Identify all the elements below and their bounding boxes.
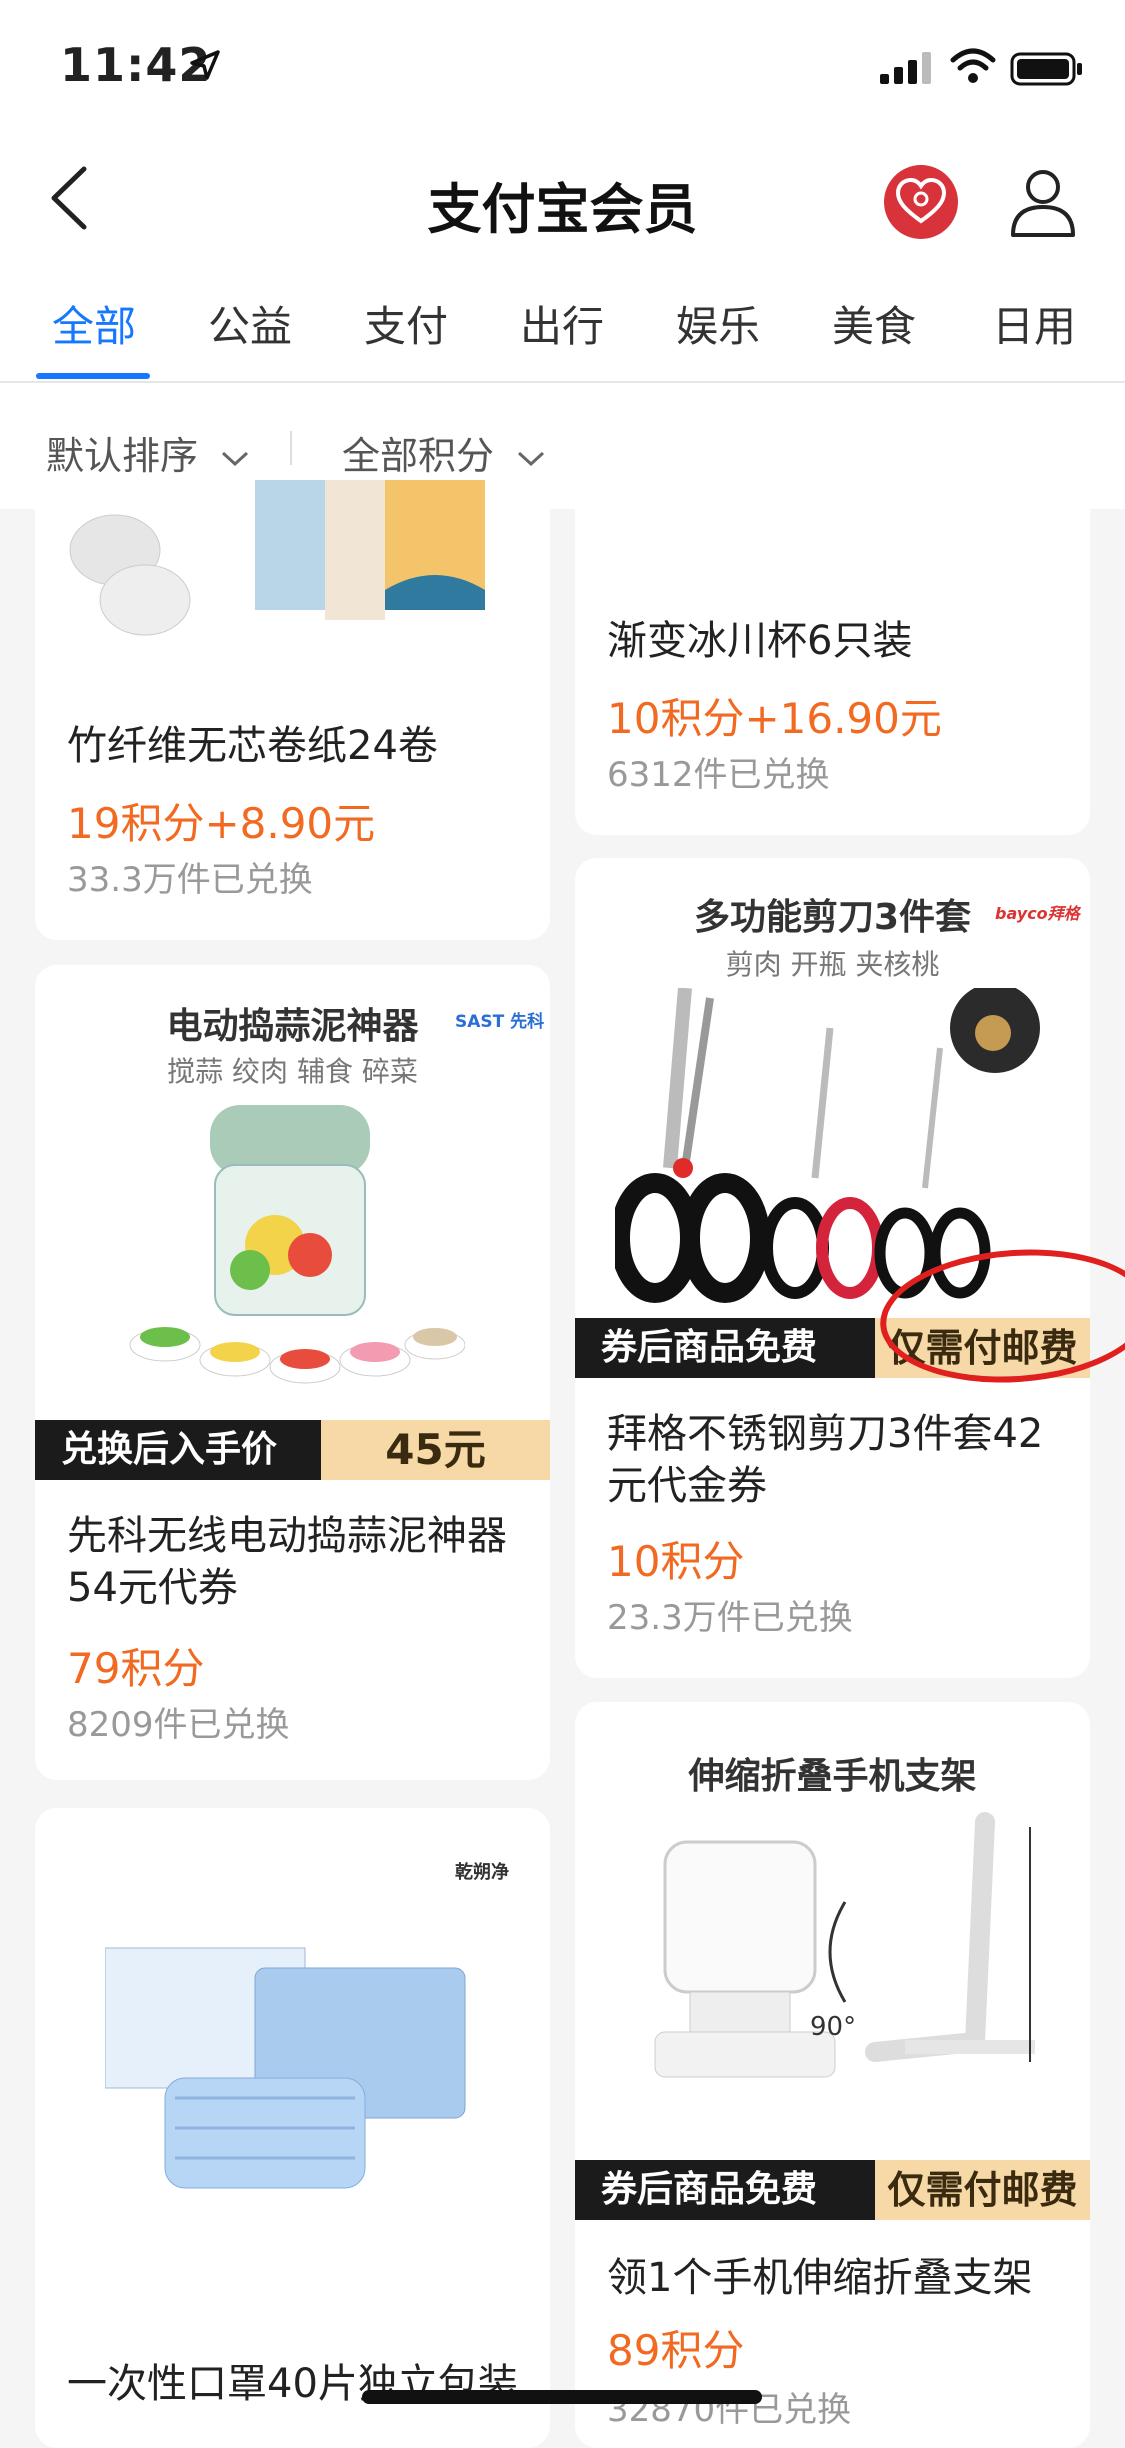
product-card[interactable]: 竹纤维无芯卷纸24卷 19积分+8.90元 33.3万件已兑换: [35, 480, 550, 940]
phone-stand-illustration: [654, 1812, 1035, 2078]
product-card[interactable]: 乾朔净 一次性口罩40片独立包装: [35, 1808, 550, 2448]
tab-entertainment[interactable]: 娱乐: [676, 293, 760, 354]
promo-banner-left: 券后商品免费: [575, 1318, 881, 1378]
chevron-down-icon: [518, 451, 545, 466]
points-label: 全部积分: [342, 434, 495, 478]
image-subtitle: 剪肉 开瓶 夹核桃: [725, 948, 940, 981]
signal-icon: [880, 52, 931, 84]
status-time: 11:42: [60, 38, 212, 92]
status-bar: 11:42: [0, 0, 1125, 135]
product-price: 89积分: [607, 2326, 745, 2375]
product-card[interactable]: 伸缩折叠手机支架 90° 券后商品免费 仅需付邮费 领1个手机伸缩折叠支架 89…: [575, 1702, 1090, 2448]
sort-label: 默认排序: [46, 434, 199, 478]
tab-daily[interactable]: 日用: [992, 293, 1076, 354]
product-price: 10积分+16.90元: [607, 694, 942, 743]
brand-logo: 乾朔净: [455, 1862, 509, 1883]
brand-logo: bayco拜格: [995, 904, 1080, 923]
category-tabs: 全部 公益 支付 出行 娱乐 美食 日用: [0, 265, 1125, 383]
product-card[interactable]: 电动捣蒜泥神器 SAST 先科 搅蒜 绞肉 辅食 碎菜 兑换后入手价 45元 先…: [35, 965, 550, 1780]
battery-icon: [1010, 52, 1082, 86]
exchange-count: 8209件已兑换: [67, 1705, 290, 1745]
exchange-count: 23.3万件已兑换: [607, 1598, 853, 1638]
product-name: 渐变冰川杯6只装: [607, 618, 913, 664]
wifi-icon: [950, 48, 996, 83]
product-image-toilet-paper: [35, 480, 550, 670]
exchange-count: 6312件已兑换: [607, 755, 830, 795]
price-banner-left: 兑换后入手价: [35, 1420, 321, 1480]
sort-dropdown[interactable]: 默认排序: [46, 425, 250, 480]
product-name: 拜格不锈钢剪刀3件套42元代金券: [607, 1411, 1044, 1509]
product-image-masks: 乾朔净: [35, 1808, 550, 2328]
points-dropdown[interactable]: 全部积分: [342, 425, 546, 480]
price-banner-right: 45元: [321, 1420, 550, 1480]
tab-travel[interactable]: 出行: [520, 293, 604, 354]
product-name: 竹纤维无芯卷纸24卷: [67, 723, 438, 769]
angle-label: 90°: [810, 2012, 857, 2042]
garlic-masher-illustration: [129, 1105, 465, 1384]
product-price: 10积分: [607, 1537, 745, 1586]
filter-divider: [290, 431, 292, 465]
promo-banner-left: 券后商品免费: [575, 2160, 881, 2220]
nav-bar: 支付宝会员: [0, 135, 1125, 265]
heart-icon: [895, 177, 947, 224]
exchange-count: 33.3万件已兑换: [67, 860, 313, 900]
user-profile-icon[interactable]: [1005, 163, 1081, 239]
product-price: 79积分: [67, 1644, 205, 1693]
product-name: 先科无线电动捣蒜泥神器54元代券: [67, 1513, 507, 1611]
product-name: 领1个手机伸缩折叠支架: [607, 2255, 1033, 2301]
promo-banner-right: 仅需付邮费: [875, 2160, 1090, 2220]
active-tab-indicator: [36, 373, 150, 379]
home-indicator[interactable]: [362, 2390, 762, 2404]
charity-heart-button[interactable]: [884, 165, 958, 239]
product-image-phone-stand: 伸缩折叠手机支架 90° 券后商品免费 仅需付邮费: [575, 1702, 1090, 2220]
product-price: 19积分+8.90元: [67, 799, 376, 848]
brand-logo: SAST 先科: [455, 1012, 545, 1032]
image-subtitle: 搅蒜 绞肉 辅食 碎菜: [167, 1055, 418, 1088]
chevron-down-icon: [222, 451, 249, 466]
image-title: 伸缩折叠手机支架: [688, 1756, 977, 1797]
product-image-garlic-masher: 电动捣蒜泥神器 SAST 先科 搅蒜 绞肉 辅食 碎菜 兑换后入手价 45元: [35, 965, 550, 1480]
masks-illustration: [105, 1947, 466, 2189]
product-card[interactable]: 渐变冰川杯6只装 10积分+16.90元 6312件已兑换: [575, 480, 1090, 835]
tab-charity[interactable]: 公益: [208, 293, 292, 354]
tab-all[interactable]: 全部: [52, 293, 136, 354]
tab-payment[interactable]: 支付: [364, 293, 448, 354]
tab-food[interactable]: 美食: [832, 293, 916, 354]
location-arrow-icon: [190, 50, 220, 80]
